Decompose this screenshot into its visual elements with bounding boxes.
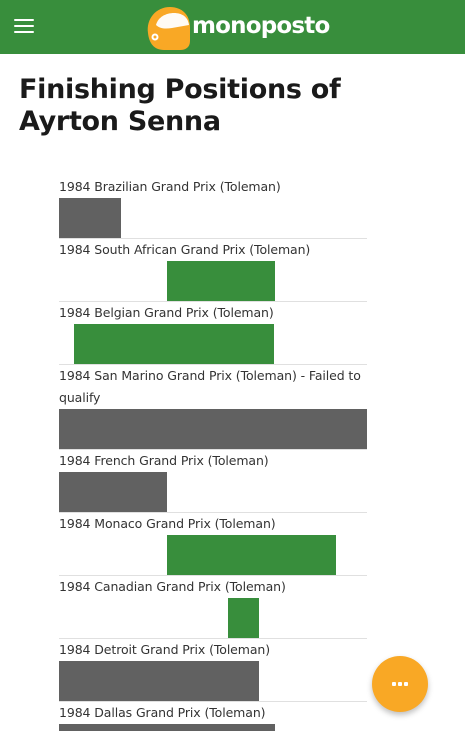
race-label: 1984 Dallas Grand Prix (Toleman) — [59, 705, 266, 720]
retirement-bar[interactable] — [59, 198, 121, 238]
race-label: 1984 Detroit Grand Prix (Toleman) — [59, 642, 271, 657]
race-label: 1984 French Grand Prix (Toleman) — [59, 453, 269, 468]
race-bar-track — [59, 472, 367, 512]
race-row: 1984 San Marino Grand Prix (Toleman) - F… — [59, 365, 367, 450]
finish-position-bar[interactable] — [167, 261, 275, 301]
retirement-bar[interactable] — [59, 724, 275, 731]
race-bar-track — [59, 598, 367, 638]
race-row: 1984 Detroit Grand Prix (Toleman) — [59, 639, 367, 702]
race-label: 1984 San Marino Grand Prix (Toleman) - F… — [59, 368, 361, 405]
race-row: 1984 Dallas Grand Prix (Toleman) — [59, 702, 367, 731]
finish-position-bar[interactable] — [74, 324, 274, 364]
retirement-bar[interactable] — [59, 472, 167, 512]
page-title: Finishing Positions of Ayrton Senna — [19, 74, 341, 137]
race-bar-track — [59, 261, 367, 301]
race-bar-track — [59, 198, 367, 238]
site-logo[interactable]: monoposto — [142, 3, 332, 53]
finish-position-bar[interactable] — [167, 535, 336, 575]
race-label: 1984 South African Grand Prix (Toleman) — [59, 242, 311, 257]
race-label: 1984 Monaco Grand Prix (Toleman) — [59, 516, 276, 531]
logo-text: monoposto — [192, 13, 330, 39]
race-row: 1984 Monaco Grand Prix (Toleman) — [59, 513, 367, 576]
race-bar-track — [59, 409, 367, 449]
race-row: 1984 Canadian Grand Prix (Toleman) — [59, 576, 367, 639]
race-bar-track — [59, 724, 367, 731]
race-bar-track — [59, 661, 367, 701]
race-label: 1984 Belgian Grand Prix (Toleman) — [59, 305, 274, 320]
retirement-bar[interactable] — [59, 409, 367, 449]
race-row: 1984 French Grand Prix (Toleman) — [59, 450, 367, 513]
race-results-list: 1984 Brazilian Grand Prix (Toleman) 1984 … — [59, 176, 367, 731]
helmet-icon — [147, 7, 190, 50]
top-app-bar: monoposto — [0, 0, 465, 54]
race-row: 1984 South African Grand Prix (Toleman) — [59, 239, 367, 302]
race-bar-track — [59, 324, 367, 364]
finish-position-bar[interactable] — [228, 598, 259, 638]
race-row: 1984 Brazilian Grand Prix (Toleman) — [59, 176, 367, 239]
race-label: 1984 Brazilian Grand Prix (Toleman) — [59, 179, 281, 194]
race-bar-track — [59, 535, 367, 575]
race-label: 1984 Canadian Grand Prix (Toleman) — [59, 579, 286, 594]
hamburger-menu-icon[interactable] — [14, 17, 36, 37]
race-row: 1984 Belgian Grand Prix (Toleman) — [59, 302, 367, 365]
retirement-bar[interactable] — [59, 661, 259, 701]
more-actions-button[interactable] — [372, 656, 428, 712]
more-horizontal-icon — [372, 656, 428, 712]
